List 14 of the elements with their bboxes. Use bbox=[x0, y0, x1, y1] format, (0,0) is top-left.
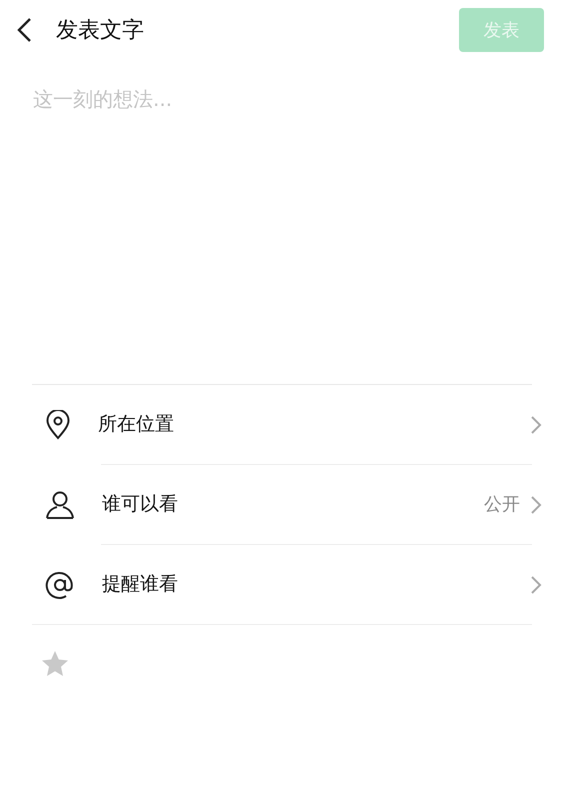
back-icon[interactable] bbox=[16, 17, 34, 43]
chevron-right-icon[interactable] bbox=[530, 574, 542, 594]
chevron-right-icon[interactable] bbox=[530, 494, 542, 514]
star-icon[interactable] bbox=[40, 649, 70, 679]
location-pin-icon bbox=[45, 410, 71, 440]
page-title: 发表文字 bbox=[56, 16, 144, 44]
at-sign-icon bbox=[45, 570, 75, 600]
option-value: 公开 bbox=[484, 493, 520, 517]
option-label[interactable]: 谁可以看 bbox=[102, 490, 178, 519]
post-text-field[interactable]: 这一刻的想法... bbox=[33, 84, 531, 124]
option-label[interactable]: 所在位置 bbox=[98, 410, 174, 439]
chevron-right-icon[interactable] bbox=[530, 414, 542, 434]
option-label[interactable]: 提醒谁看 bbox=[102, 570, 178, 599]
person-icon bbox=[45, 490, 75, 520]
